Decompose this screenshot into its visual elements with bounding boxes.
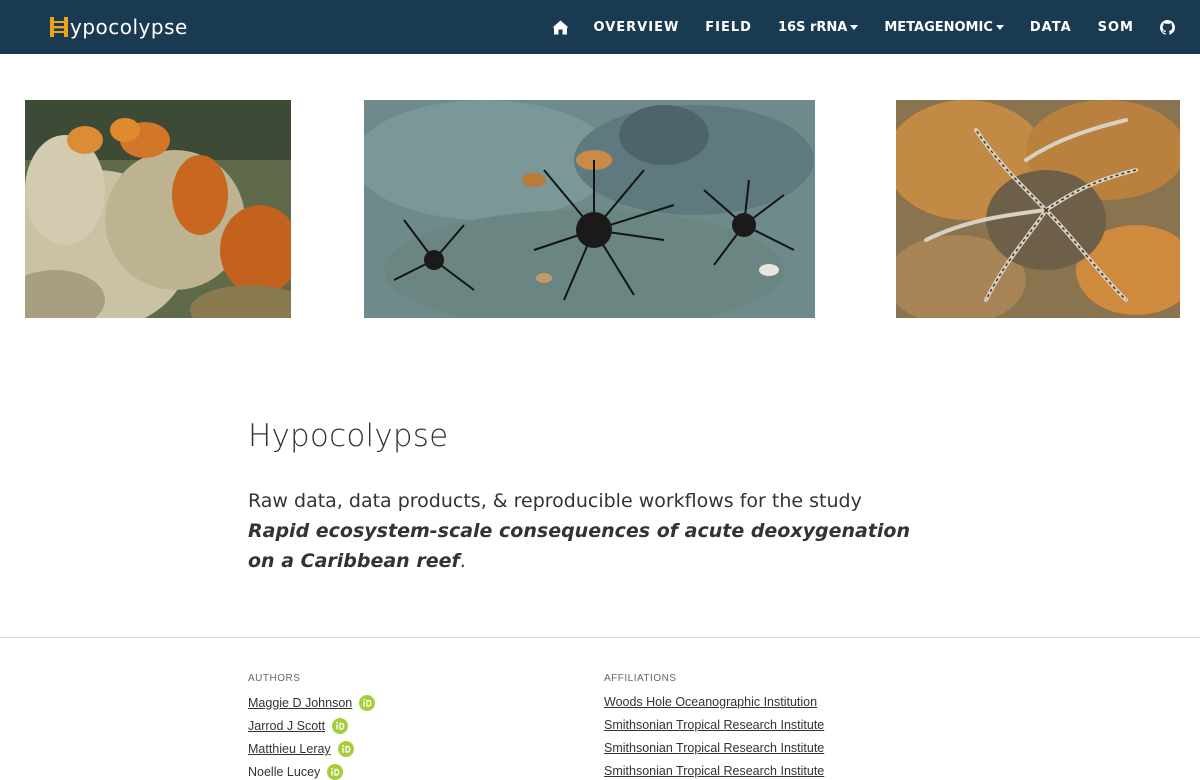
author-item: Maggie D Johnson — [248, 695, 376, 711]
navbar: ypocolypse OVERVIEW FIELD 16S rRNA METAG… — [0, 0, 1200, 54]
nav-home[interactable] — [552, 20, 569, 35]
main-nav: OVERVIEW FIELD 16S rRNA METAGENOMIC DATA… — [552, 0, 1200, 54]
nav-som[interactable]: SOM — [1098, 20, 1134, 35]
affiliation-link[interactable]: Smithsonian Tropical Research Institute — [604, 718, 824, 732]
home-icon — [552, 20, 569, 34]
reef-photo-right — [896, 100, 1180, 318]
chevron-down-icon — [995, 24, 1004, 30]
author-name: Noelle Lucey — [248, 765, 321, 779]
author-item: Matthieu Leray — [248, 741, 354, 757]
nav-metagenomic-label: METAGENOMIC — [884, 19, 993, 35]
affiliation-item: Smithsonian Tropical Research Institute — [604, 741, 824, 755]
author-link[interactable]: Jarrod J Scott — [248, 719, 325, 733]
study-title: Rapid ecosystem-scale consequences of ac… — [248, 520, 911, 572]
affiliation-link[interactable]: Smithsonian Tropical Research Institute — [604, 764, 824, 778]
nav-overview[interactable]: OVERVIEW — [594, 20, 680, 35]
author-item: Noelle Lucey — [248, 764, 344, 780]
lead-prefix: Raw data, data products, & reproducible … — [248, 490, 862, 512]
github-icon — [1160, 19, 1175, 35]
orcid-icon[interactable] — [337, 741, 354, 757]
reef-photo-left — [25, 100, 291, 318]
affiliation-item: Woods Hole Oceanographic Institution — [604, 695, 817, 709]
nav-metagenomic[interactable]: METAGENOMIC — [884, 20, 1004, 35]
orcid-icon[interactable] — [332, 718, 349, 734]
nav-data[interactable]: DATA — [1030, 20, 1072, 35]
nav-github[interactable] — [1160, 19, 1175, 35]
affiliation-item: Smithsonian Tropical Research Institute — [604, 718, 824, 732]
author-link[interactable]: Matthieu Leray — [248, 742, 331, 756]
affiliation-link[interactable]: Smithsonian Tropical Research Institute — [604, 741, 824, 755]
orcid-icon[interactable] — [359, 695, 376, 711]
affiliation-link[interactable]: Woods Hole Oceanographic Institution — [604, 695, 817, 709]
brand-link[interactable]: ypocolypse — [49, 14, 188, 40]
nav-16s-rrna-label: 16S rRNA — [777, 19, 848, 35]
sea-urchin-image — [364, 100, 815, 318]
affiliation-item: Smithsonian Tropical Research Institute — [604, 764, 824, 778]
nav-field[interactable]: FIELD — [705, 20, 752, 35]
reef-photo-center — [364, 100, 815, 318]
coral-sponge-image — [25, 100, 291, 318]
author-link[interactable]: Maggie D Johnson — [248, 696, 352, 710]
page-lead: Raw data, data products, & reproducible … — [248, 486, 928, 576]
brand-logo-icon — [50, 17, 68, 37]
lead-suffix: . — [459, 550, 466, 572]
affiliations-heading: AFFILIATIONS — [604, 673, 677, 684]
chevron-down-icon — [850, 24, 859, 30]
brittle-star-image — [896, 100, 1180, 318]
page-title: Hypocolypse — [248, 418, 449, 454]
section-divider — [0, 637, 1200, 638]
authors-heading: AUTHORS — [248, 673, 301, 684]
brand-name: ypocolypse — [70, 15, 188, 39]
nav-16s-rrna[interactable]: 16S rRNA — [777, 19, 859, 35]
author-item: Jarrod J Scott — [248, 718, 349, 734]
orcid-icon[interactable] — [327, 764, 344, 780]
